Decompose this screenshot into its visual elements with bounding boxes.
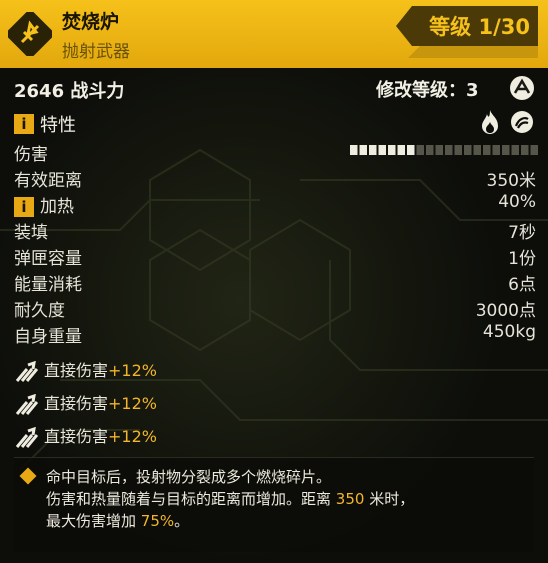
stat-value-range: 350米	[486, 171, 536, 191]
mod-bonus: +12%	[108, 427, 157, 446]
mod-row[interactable]: 直接伤害+12%	[14, 357, 157, 383]
stat-value-magazine: 1份	[508, 249, 536, 269]
damage-bar-filled-segment	[388, 145, 396, 155]
description-line: 最大伤害增加 75%。	[46, 512, 190, 530]
damage-bar-empty-segment	[521, 145, 529, 155]
stat-label-damage: 伤害	[14, 145, 48, 165]
damage-bar-empty-segment	[454, 145, 462, 155]
weapon-info-panel: 焚烧炉 抛射武器 等级 1/30 2646 战斗力 修改等级：3 i 特性 伤害 …	[0, 0, 548, 563]
level-tail	[408, 46, 538, 58]
damage-mod-icon	[15, 360, 38, 382]
stat-value-heat: 40%	[498, 192, 536, 212]
damage-bar-empty-segment	[483, 145, 491, 155]
level-label: 等级 1/30	[429, 15, 530, 39]
damage-bar-filled-segment	[350, 145, 358, 155]
damage-bar-empty-segment	[502, 145, 510, 155]
mod-label: 直接伤害	[44, 427, 109, 446]
weapon-title: 焚烧炉	[62, 11, 120, 33]
mod-row[interactable]: 直接伤害+12%	[14, 423, 157, 449]
info-icon[interactable]: i	[14, 114, 34, 134]
damage-bar-empty-segment	[426, 145, 434, 155]
damage-bar-filled-segment	[359, 145, 367, 155]
stat-row-heat: i 加热	[14, 192, 74, 217]
weapon-header: 焚烧炉 抛射武器 等级 1/30	[0, 0, 548, 68]
stat-value-energy: 6点	[508, 275, 536, 295]
description-line: 命中目标后，投射物分裂成多个燃烧碎片。	[46, 468, 332, 486]
mod-bonus: +12%	[108, 361, 157, 380]
damage-bar-empty-segment	[511, 145, 519, 155]
weapon-subtitle: 抛射武器	[62, 42, 130, 62]
description-text: 命中目标后，投射物分裂成多个燃烧碎片。 伤害和热量随着与目标的距离而增加。距离 …	[46, 466, 414, 532]
damage-bar-empty-segment	[435, 145, 443, 155]
damage-bar-filled-segment	[378, 145, 386, 155]
damage-bar-empty-segment	[530, 145, 538, 155]
stat-label-heat: 加热	[40, 197, 74, 217]
damage-bar	[350, 145, 538, 155]
damage-bar-filled-segment	[407, 145, 415, 155]
stat-value-weight: 450kg	[482, 322, 536, 342]
mod-badge-icon[interactable]	[510, 76, 534, 100]
damage-mod-icon	[15, 426, 38, 448]
stat-label-weight: 自身重量	[14, 327, 82, 347]
mod-level-label: 修改等级：3	[376, 80, 479, 101]
stat-label-reload: 装填	[14, 223, 48, 243]
stat-label-durability: 耐久度	[14, 301, 65, 321]
mod-row[interactable]: 直接伤害+12%	[14, 390, 157, 416]
stat-label-energy: 能量消耗	[14, 275, 82, 295]
damage-bar-empty-segment	[473, 145, 481, 155]
stat-value-durability: 3000点	[475, 301, 536, 321]
damage-bar-empty-segment	[445, 145, 453, 155]
description-box: 命中目标后，投射物分裂成多个燃烧碎片。 伤害和热量随着与目标的距离而增加。距离 …	[14, 457, 534, 552]
combat-power: 2646 战斗力	[14, 81, 125, 102]
burst-icon	[511, 111, 533, 133]
damage-mod-icon	[15, 393, 38, 415]
fire-icon	[482, 110, 498, 134]
damage-bar-filled-segment	[369, 145, 377, 155]
mod-bonus: +12%	[108, 394, 157, 413]
stat-value-reload: 7秒	[508, 223, 536, 243]
stat-label-range: 有效距离	[14, 171, 82, 191]
diamond-bullet-icon	[19, 467, 37, 485]
stat-label-magazine: 弹匣容量	[14, 249, 82, 269]
incinerator-weapon-icon	[8, 12, 52, 56]
mod-label: 直接伤害	[44, 361, 109, 380]
damage-bar-empty-segment	[464, 145, 472, 155]
traits-row[interactable]: i 特性	[14, 111, 76, 137]
damage-bar-empty-segment	[492, 145, 500, 155]
description-line: 伤害和热量随着与目标的距离而增加。距离 350 米时，	[46, 490, 415, 508]
traits-label: 特性	[40, 115, 76, 136]
damage-bar-filled-segment	[397, 145, 405, 155]
damage-bar-empty-segment	[416, 145, 424, 155]
mod-label: 直接伤害	[44, 394, 109, 413]
info-icon[interactable]: i	[14, 197, 34, 217]
